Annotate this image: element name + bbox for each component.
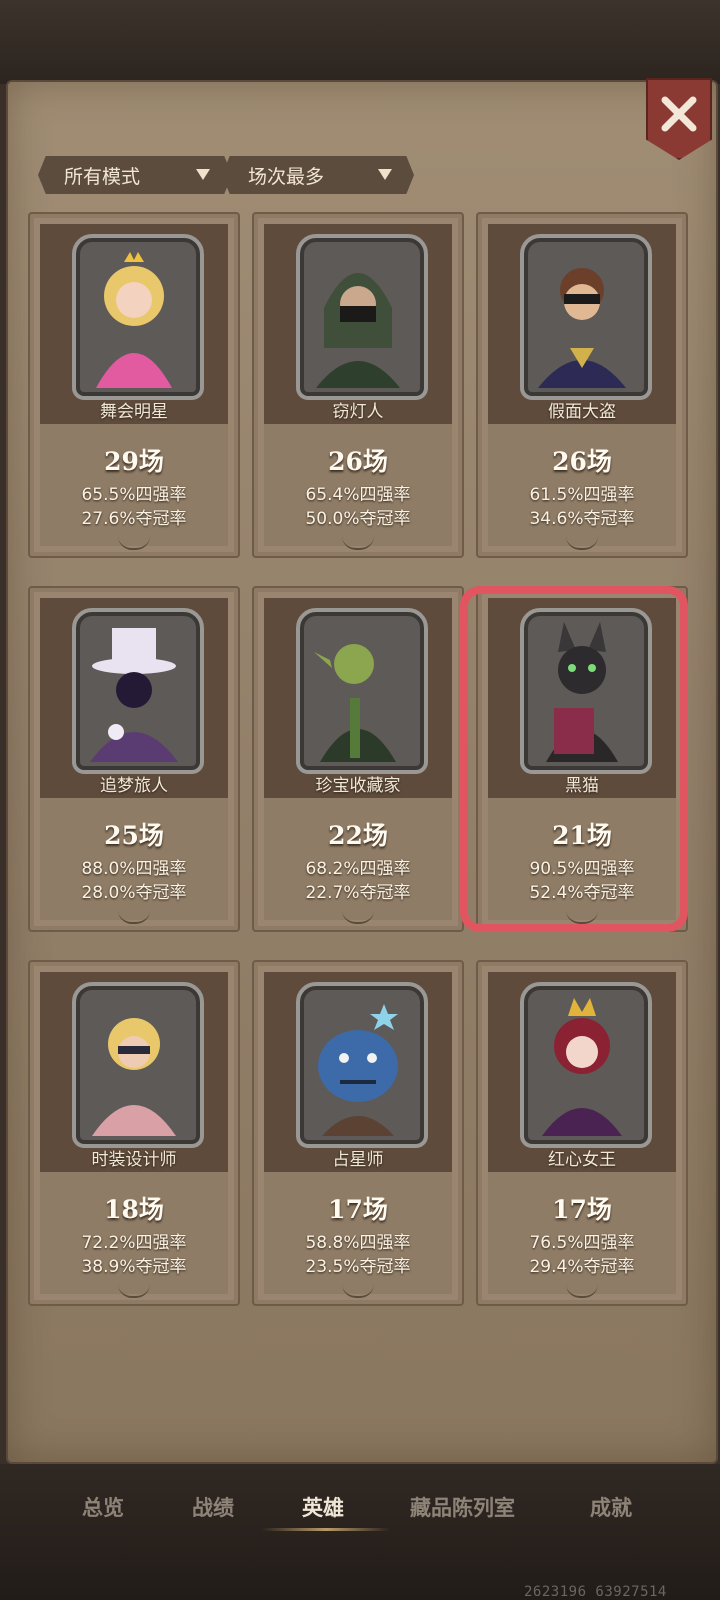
- hero-card[interactable]: 窃灯人 26场 65.4%四强率 50.0%夺冠率: [252, 212, 464, 558]
- hero-win-rate: 38.9%夺冠率: [81, 1257, 187, 1277]
- hero-name: 假面大盗: [548, 402, 616, 422]
- hero-match-count: 18场: [104, 1195, 164, 1224]
- hero-name: 占星师: [332, 1150, 384, 1170]
- hero-card[interactable]: 舞会明星 29场 65.5%四强率 27.6%夺冠率: [28, 212, 240, 558]
- hero-match-count: 29场: [104, 447, 164, 476]
- tab-record[interactable]: 战绩: [192, 1492, 234, 1522]
- hero-top4-rate: 76.5%四强率: [529, 1233, 635, 1253]
- hero-portrait: [72, 234, 204, 400]
- hero-top4-rate: 58.8%四强率: [305, 1233, 411, 1253]
- close-icon: [661, 96, 697, 132]
- hero-card[interactable]: 红心女王 17场 76.5%四强率 29.4%夺冠率: [476, 960, 688, 1306]
- hero-win-rate: 28.0%夺冠率: [81, 883, 187, 903]
- dropdown-arrow-icon: [378, 169, 392, 180]
- hero-name: 窃灯人: [332, 402, 384, 422]
- watermark-text: 2623196 63927514: [524, 1584, 667, 1600]
- hero-match-count: 25场: [104, 821, 164, 850]
- hero-portrait: [72, 608, 204, 774]
- top-bar: [0, 0, 720, 84]
- hero-card[interactable]: 珍宝收藏家 22场 68.2%四强率 22.7%夺冠率: [252, 586, 464, 932]
- hero-top4-rate: 68.2%四强率: [305, 859, 411, 879]
- tab-overview[interactable]: 总览: [82, 1492, 124, 1522]
- hero-name: 舞会明星: [100, 402, 168, 422]
- tab-collection[interactable]: 藏品陈列室: [410, 1492, 515, 1522]
- hero-top4-rate: 61.5%四强率: [529, 485, 635, 505]
- mode-filter-label: 所有模式: [64, 165, 141, 188]
- hero-portrait: [296, 234, 428, 400]
- hero-match-count: 17场: [552, 1195, 612, 1224]
- mode-filter-dropdown[interactable]: 所有模式: [38, 156, 232, 194]
- hero-name: 珍宝收藏家: [315, 776, 401, 796]
- card-ornament: [342, 1284, 374, 1298]
- hero-name: 追梦旅人: [100, 776, 168, 796]
- sort-filter-dropdown[interactable]: 场次最多: [222, 156, 414, 194]
- hero-name: 时装设计师: [91, 1150, 177, 1170]
- hero-portrait: [520, 234, 652, 400]
- hero-match-count: 26场: [328, 447, 388, 476]
- hero-portrait: [72, 982, 204, 1148]
- card-ornament: [118, 910, 150, 924]
- hero-top4-rate: 65.5%四强率: [81, 485, 187, 505]
- card-ornament: [118, 536, 150, 550]
- hero-top4-rate: 65.4%四强率: [305, 485, 411, 505]
- hero-win-rate: 22.7%夺冠率: [305, 883, 411, 903]
- hero-card[interactable]: 时装设计师 18场 72.2%四强率 38.9%夺冠率: [28, 960, 240, 1306]
- hero-win-rate: 23.5%夺冠率: [305, 1257, 411, 1277]
- hero-portrait: [296, 982, 428, 1148]
- card-ornament: [566, 536, 598, 550]
- hero-portrait: [296, 608, 428, 774]
- bottom-nav: [0, 1464, 720, 1600]
- hero-card[interactable]: 假面大盗 26场 61.5%四强率 34.6%夺冠率: [476, 212, 688, 558]
- hero-name: 红心女王: [548, 1150, 616, 1170]
- hero-win-rate: 50.0%夺冠率: [305, 509, 411, 529]
- card-ornament: [342, 536, 374, 550]
- hero-match-count: 26场: [552, 447, 612, 476]
- hero-win-rate: 34.6%夺冠率: [529, 509, 635, 529]
- hero-top4-rate: 88.0%四强率: [81, 859, 187, 879]
- hero-top4-rate: 72.2%四强率: [81, 1233, 187, 1253]
- card-ornament: [118, 1284, 150, 1298]
- hero-portrait: [520, 982, 652, 1148]
- tab-heroes[interactable]: 英雄: [302, 1492, 344, 1522]
- sort-filter-label: 场次最多: [248, 165, 325, 188]
- hero-match-count: 17场: [328, 1195, 388, 1224]
- selection-highlight: [460, 586, 688, 932]
- hero-card[interactable]: 占星师 17场 58.8%四强率 23.5%夺冠率: [252, 960, 464, 1306]
- tab-achievements[interactable]: 成就: [590, 1492, 632, 1522]
- dropdown-arrow-icon: [196, 169, 210, 180]
- hero-win-rate: 27.6%夺冠率: [81, 509, 187, 529]
- card-ornament: [566, 1284, 598, 1298]
- hero-card[interactable]: 追梦旅人 25场 88.0%四强率 28.0%夺冠率: [28, 586, 240, 932]
- hero-win-rate: 29.4%夺冠率: [529, 1257, 635, 1277]
- active-tab-indicator: [262, 1528, 390, 1531]
- hero-match-count: 22场: [328, 821, 388, 850]
- card-ornament: [342, 910, 374, 924]
